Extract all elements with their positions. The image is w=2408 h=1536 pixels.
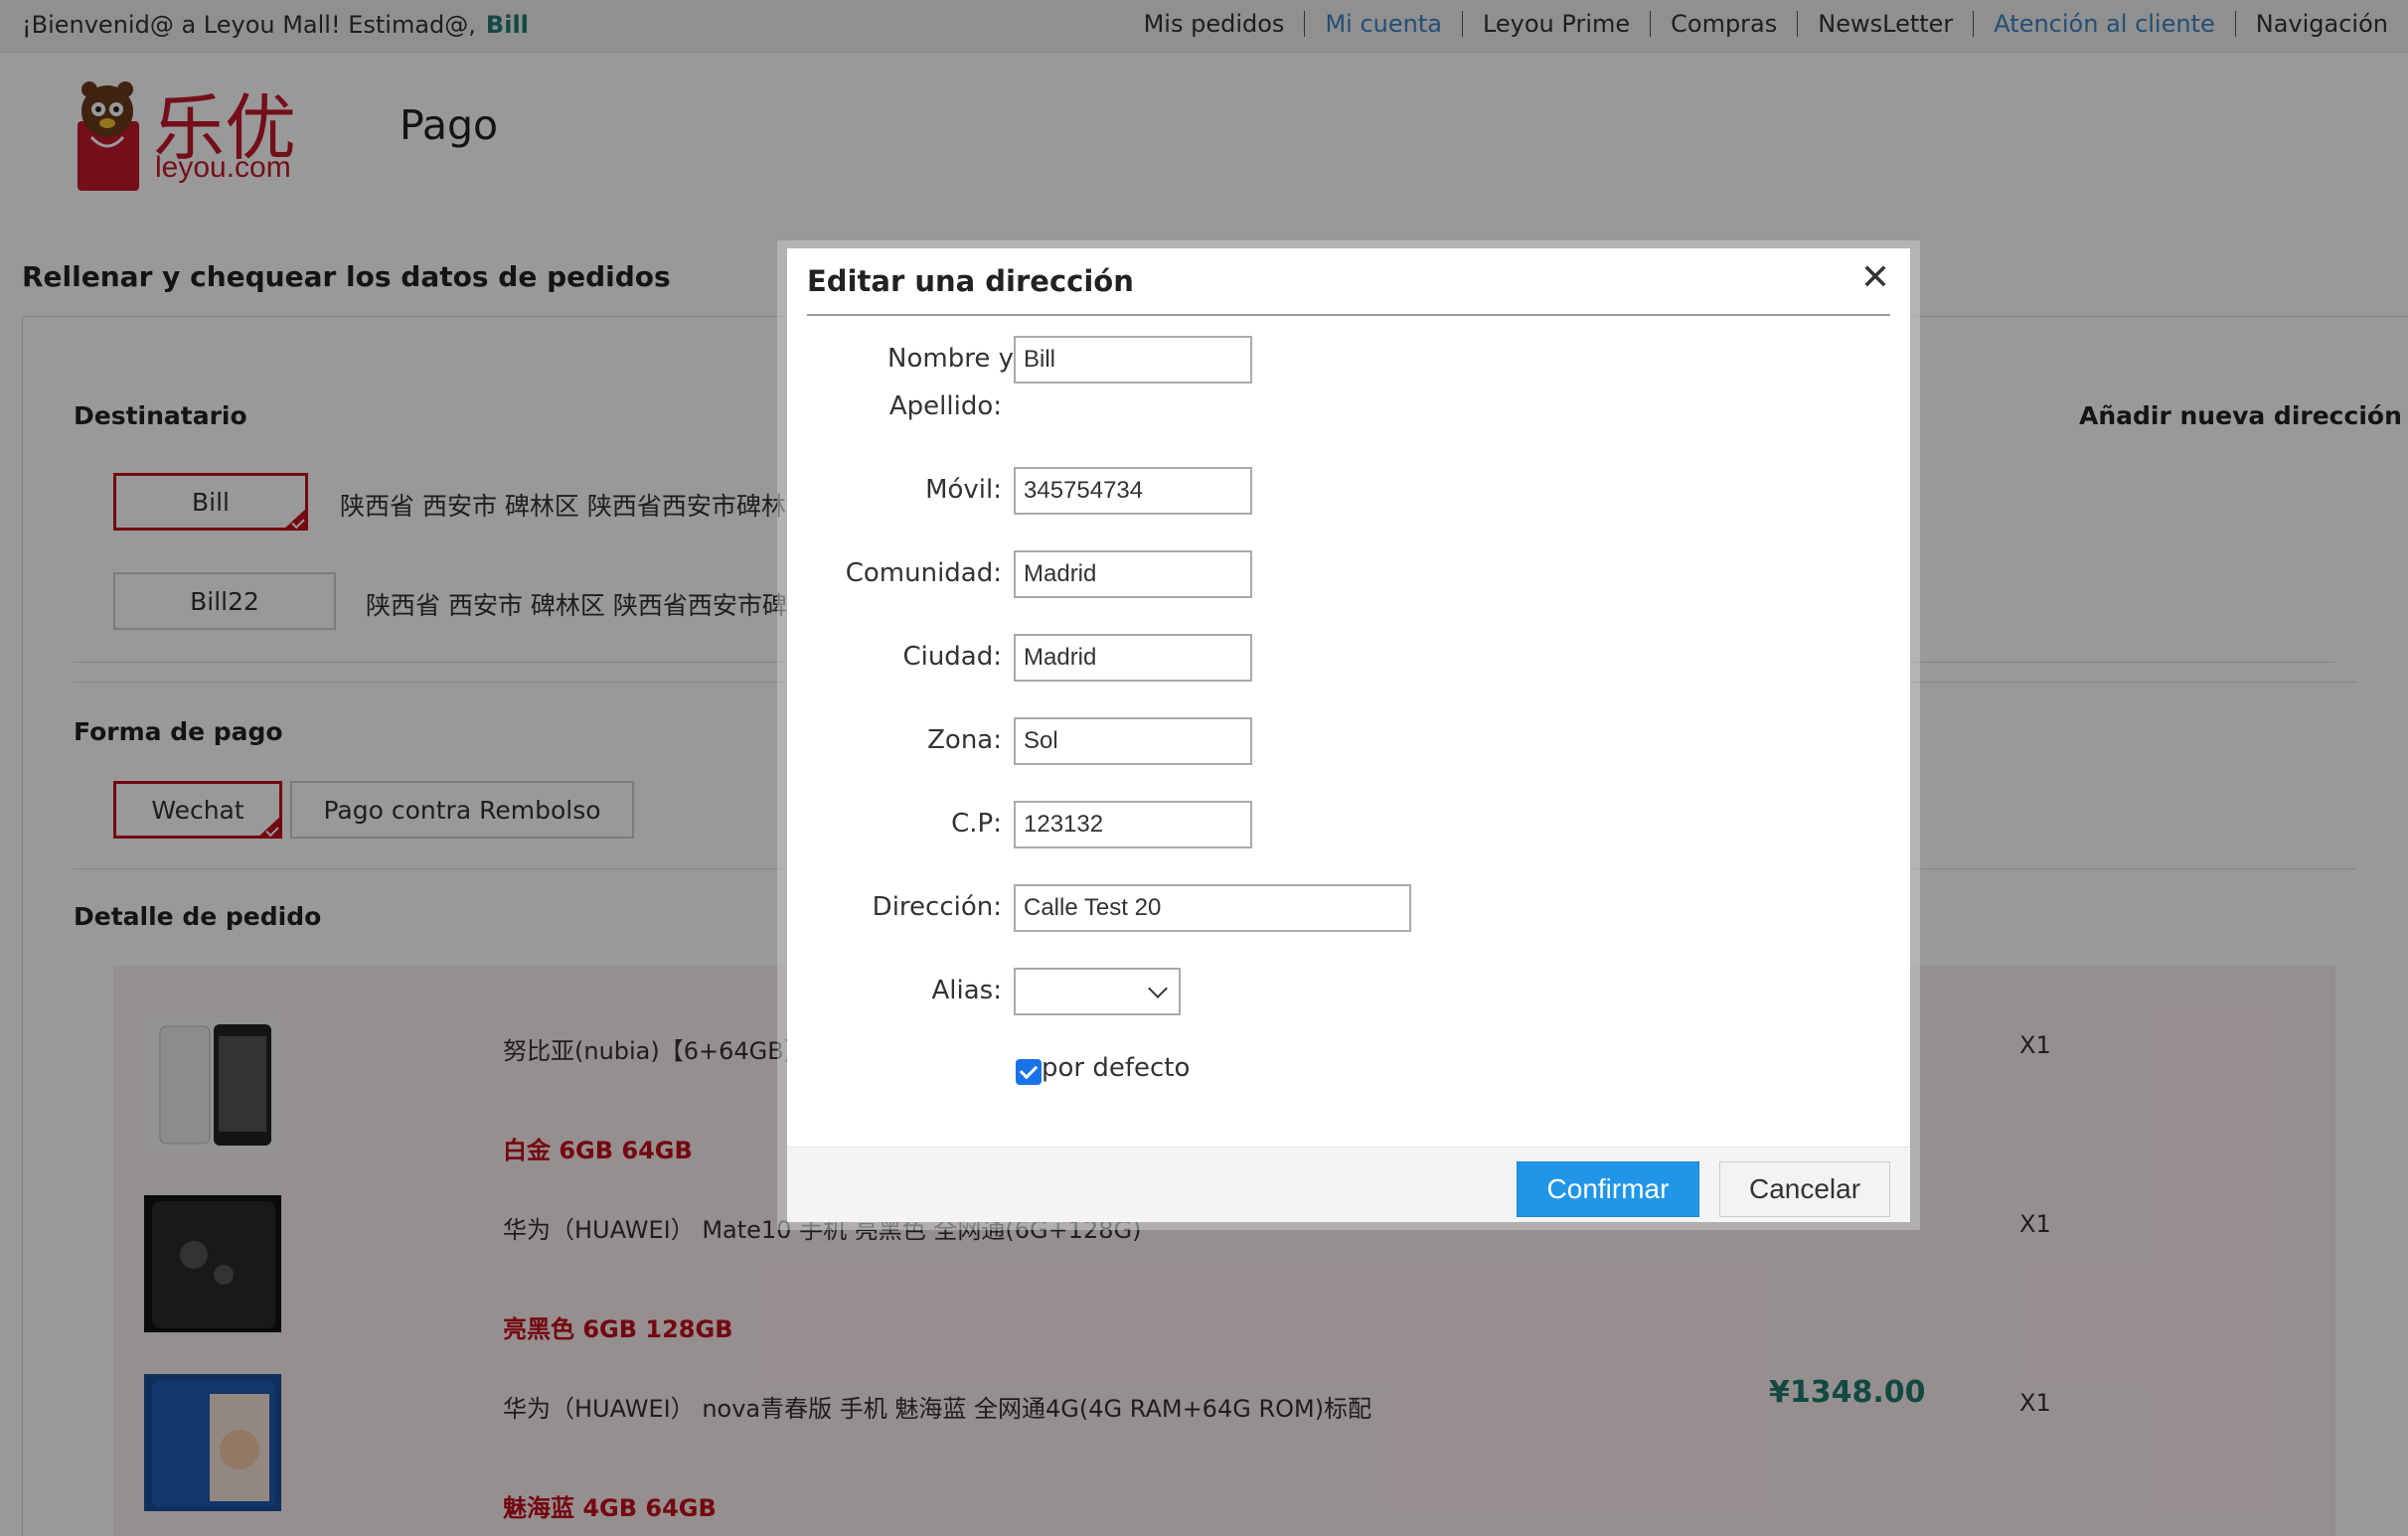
- address-label: Dirección:: [872, 892, 1002, 922]
- alias-label: Alias:: [931, 976, 1002, 1005]
- city-label: Ciudad:: [902, 642, 1002, 672]
- alias-select[interactable]: [1014, 968, 1181, 1015]
- dialog-title: Editar una dirección: [807, 264, 1134, 298]
- community-label: Comunidad:: [845, 558, 1002, 588]
- edit-address-dialog: Editar una dirección ✕ Nombre y Apellido…: [787, 248, 1910, 1222]
- name-label-line2: Apellido:: [888, 391, 1002, 421]
- default-checkbox[interactable]: [1016, 1059, 1042, 1085]
- community-input[interactable]: [1014, 550, 1252, 598]
- postal-code-label: C.P:: [951, 809, 1002, 839]
- name-input[interactable]: [1014, 336, 1252, 384]
- zone-input[interactable]: [1014, 717, 1252, 765]
- zone-label: Zona:: [927, 725, 1002, 755]
- close-icon[interactable]: ✕: [1860, 258, 1890, 298]
- default-checkbox-label[interactable]: por defecto: [1042, 1053, 1190, 1083]
- postal-code-input[interactable]: [1014, 801, 1252, 848]
- cancel-button[interactable]: Cancelar: [1719, 1161, 1890, 1217]
- confirm-button[interactable]: Confirmar: [1517, 1161, 1699, 1217]
- mobile-label: Móvil:: [925, 475, 1002, 505]
- name-label-line1: Nombre y: [887, 344, 1014, 374]
- address-input[interactable]: [1014, 884, 1411, 932]
- chevron-down-icon: [1148, 979, 1168, 998]
- dialog-footer: Confirmar Cancelar: [787, 1147, 1910, 1222]
- dialog-header: Editar una dirección ✕: [807, 248, 1890, 316]
- mobile-input[interactable]: [1014, 467, 1252, 515]
- city-input[interactable]: [1014, 634, 1252, 682]
